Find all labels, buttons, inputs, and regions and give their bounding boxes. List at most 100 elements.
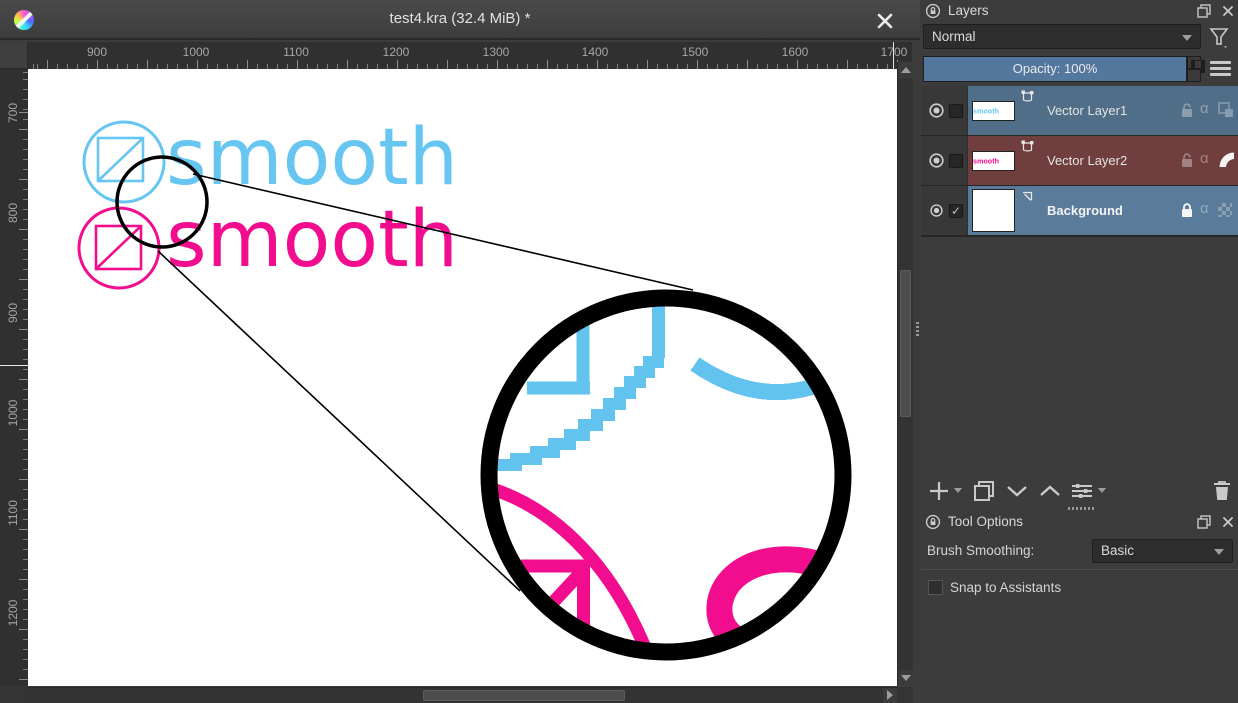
spin-down-button[interactable] [1187, 69, 1201, 82]
float-docker-icon[interactable] [1197, 515, 1211, 529]
alpha-channel-icon[interactable] [1218, 203, 1232, 217]
vector-layer-badge-icon [1021, 90, 1034, 103]
tool-options-docker-header[interactable]: Tool Options [921, 512, 1238, 533]
layer-thumbnail[interactable]: smooth [972, 151, 1015, 171]
lock-icon[interactable] [1179, 152, 1195, 169]
vruler-label: 1100 [6, 493, 20, 533]
scroll-right-button[interactable] [883, 688, 897, 703]
layer-name: Vector Layer1 [1047, 86, 1127, 135]
inherit-alpha-icon[interactable] [1218, 102, 1234, 118]
add-layer-dropdown-arrow[interactable] [954, 488, 962, 493]
chevron-down-icon [1214, 549, 1224, 555]
layer-select-checkbox[interactable] [949, 154, 963, 168]
vertical-scrollbar[interactable] [897, 62, 913, 686]
hruler-label: 1200 [376, 45, 416, 59]
thumbnail-preview-text: smooth [973, 104, 1006, 118]
opacity-slider[interactable]: Opacity: 100% [923, 56, 1187, 82]
layers-menu-button[interactable] [1210, 56, 1231, 82]
layers-docker-title: Layers [948, 3, 989, 18]
scroll-up-button[interactable] [898, 62, 913, 78]
docker-lock-icon[interactable] [925, 514, 941, 530]
visibility-eye-icon[interactable] [929, 204, 944, 217]
lock-icon[interactable] [1179, 202, 1195, 219]
layers-docker-header[interactable]: Layers [921, 1, 1238, 22]
close-docker-icon[interactable] [1221, 4, 1235, 18]
layer-row-gutter [921, 136, 968, 185]
lock-icon[interactable] [1179, 102, 1195, 119]
hruler-label: 1300 [476, 45, 516, 59]
krita-window: test4.kra (32.4 MiB) * 900 1000 1100 120… [0, 0, 1238, 703]
hruler-label: 900 [77, 45, 117, 59]
pointer-position-marker [0, 365, 28, 366]
spin-up-button[interactable] [1187, 56, 1201, 69]
move-layer-up-button[interactable] [1038, 480, 1062, 502]
document-titlebar[interactable]: test4.kra (32.4 MiB) * [0, 0, 920, 40]
layer-thumbnail[interactable]: smooth [972, 101, 1015, 121]
layer-select-checkbox[interactable]: ✓ [949, 204, 963, 218]
scroll-down-button[interactable] [898, 670, 913, 686]
docker-splitter-handle[interactable] [1068, 507, 1094, 510]
hruler-label: 1400 [575, 45, 615, 59]
alpha-lock-icon[interactable]: α [1200, 200, 1209, 217]
vruler-label: 1200 [6, 593, 20, 633]
visibility-eye-icon[interactable] [928, 103, 945, 118]
ruler-corner [0, 42, 28, 69]
vruler-label: 800 [6, 193, 20, 233]
tool-options-docker-title: Tool Options [948, 514, 1023, 529]
document-title: test4.kra (32.4 MiB) * [0, 10, 920, 27]
layer-name: Vector Layer2 [1047, 136, 1127, 185]
layer-filter-button[interactable] [1207, 26, 1231, 50]
duplicate-layer-button[interactable] [973, 480, 995, 502]
word-smooth-blue: smooth [166, 113, 458, 203]
horizontal-scrollbar[interactable] [8, 687, 897, 703]
hruler-label: 1500 [675, 45, 715, 59]
properties-dropdown-arrow[interactable] [1098, 488, 1106, 493]
snap-to-assistants-label: Snap to Assistants [950, 580, 1061, 595]
docker-lock-icon[interactable] [925, 3, 941, 19]
vruler-label: 700 [6, 93, 20, 133]
layer-row-vector-layer2[interactable]: smooth Vector Layer2 α [921, 136, 1238, 186]
word-smooth-pink: smooth [166, 195, 458, 285]
vruler-label: 1000 [6, 393, 20, 433]
panel-splitter-handle[interactable] [916, 322, 919, 336]
layer-toolbar [921, 478, 1238, 504]
canvas-artwork: smooth smooth [28, 69, 897, 686]
brush-smoothing-dropdown[interactable]: Basic [1092, 539, 1233, 563]
close-document-button[interactable] [874, 10, 896, 32]
hruler-label: 1100 [276, 45, 316, 59]
horizontal-scroll-thumb[interactable] [423, 690, 625, 701]
snap-to-assistants-checkbox[interactable] [928, 580, 943, 595]
move-layer-down-button[interactable] [1005, 480, 1029, 502]
opacity-value: Opacity: 100% [1013, 61, 1098, 76]
layer-name: Background [1047, 186, 1123, 235]
antialias-quarter-icon[interactable] [1218, 151, 1235, 168]
brush-smoothing-value: Basic [1101, 543, 1134, 558]
hruler-major-ticks [28, 60, 912, 69]
vertical-scroll-thumb[interactable] [900, 270, 911, 417]
scrollbar-corner [897, 687, 913, 703]
opacity-spinner[interactable] [1187, 56, 1202, 82]
close-icon [874, 10, 896, 32]
alpha-lock-icon[interactable]: α [1200, 100, 1209, 117]
vertical-ruler: 700 800 900 1000 1100 1200 [0, 69, 28, 686]
pointer-position-marker [893, 42, 894, 69]
canvas-viewport[interactable]: smooth smooth [28, 69, 897, 686]
blue-circle-square-shape [84, 122, 164, 202]
layer-row-vector-layer1[interactable]: smooth Vector Layer1 α [921, 86, 1238, 136]
visibility-eye-icon[interactable] [928, 153, 945, 168]
layer-properties-button[interactable] [1070, 480, 1094, 502]
paint-layer-badge-icon [1021, 190, 1034, 203]
layer-select-checkbox[interactable] [949, 104, 963, 118]
add-layer-button[interactable] [928, 480, 950, 502]
float-docker-icon[interactable] [1197, 4, 1211, 18]
horizontal-ruler: 900 1000 1100 1200 1300 1400 1500 1600 1… [28, 42, 912, 69]
layer-row-background[interactable]: ✓ Background α [921, 186, 1238, 236]
layer-thumbnail[interactable] [972, 189, 1015, 232]
delete-layer-button[interactable] [1212, 479, 1232, 502]
vector-layer-badge-icon [1021, 140, 1034, 153]
blend-mode-value: Normal [932, 29, 976, 44]
close-docker-icon[interactable] [1221, 515, 1235, 529]
chevron-down-icon [1182, 35, 1192, 41]
blend-mode-dropdown[interactable]: Normal [923, 24, 1201, 49]
alpha-lock-icon[interactable]: α [1200, 150, 1209, 167]
